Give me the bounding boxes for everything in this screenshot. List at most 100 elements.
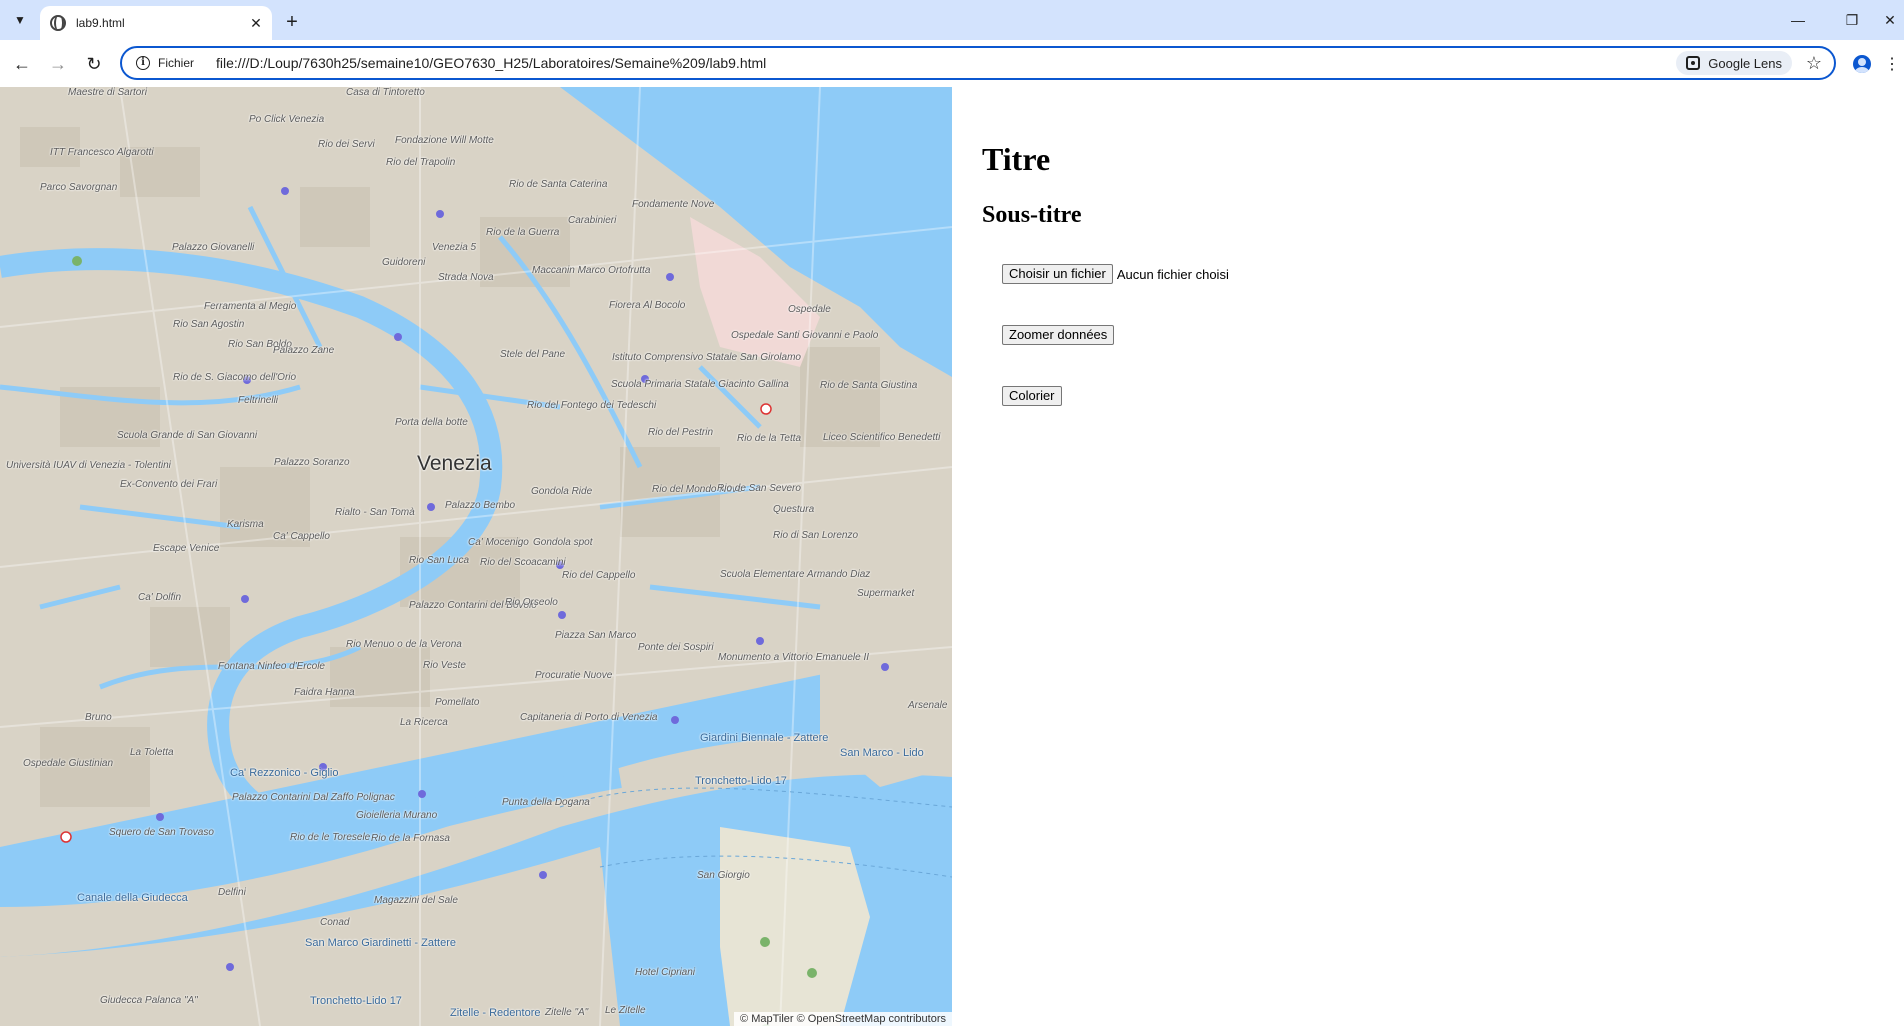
chevron-down-icon: ▼	[14, 13, 26, 27]
map-label: Tronchetto-Lido 17	[310, 995, 402, 1007]
map-label: Parco Savorgnan	[40, 182, 118, 193]
close-tab-button[interactable]: ✕	[246, 13, 266, 33]
map-label: Rio del Trapolin	[386, 157, 456, 168]
forward-button[interactable]: →	[44, 50, 72, 78]
tab-search-button[interactable]: ▼	[6, 8, 34, 32]
map-label: Rio Veste	[423, 660, 466, 671]
map-label: Stele del Pane	[500, 349, 566, 360]
map-label: Ospedale	[788, 304, 831, 315]
minimize-icon: —	[1791, 12, 1805, 28]
address-bar[interactable]: i Fichier file:///D:/Loup/7630h25/semain…	[120, 46, 1836, 80]
map-label: Fiorera Al Bocolo	[609, 300, 686, 311]
map-attribution[interactable]: © MapTiler © OpenStreetMap contributors	[734, 1012, 952, 1026]
tab-title: lab9.html	[76, 16, 125, 30]
map-label: Rio de S. Giacomo dell'Orio	[173, 372, 297, 383]
map-label: Rio de la Tetta	[737, 433, 802, 444]
back-button[interactable]: ←	[8, 50, 36, 78]
map-label: Squero de San Trovaso	[109, 827, 214, 838]
map-label: Supermarket	[857, 588, 915, 599]
map-label: Punta della Dogana	[502, 797, 590, 808]
map-label: Rio Orseolo	[505, 597, 558, 608]
map-label: Giardini Biennale - Zattere	[700, 732, 829, 744]
url-text[interactable]: file:///D:/Loup/7630h25/semaine10/GEO763…	[216, 55, 1676, 71]
page-subtitle: Sous-titre	[982, 202, 1082, 228]
map-label: Rio dei Servi	[318, 139, 375, 150]
browser-chrome: ▼ lab9.html ✕ + — ❐ ✕ ← → ↻ i Fichier fi…	[0, 0, 1904, 87]
colorize-button[interactable]: Colorier	[1002, 386, 1062, 406]
map-label: Rio de San Severo	[717, 483, 801, 494]
site-info-button[interactable]: i Fichier	[130, 50, 200, 76]
reload-button[interactable]: ↻	[80, 50, 108, 78]
map-label: Magazzini del Sale	[374, 895, 458, 906]
map-label: Strada Nova	[438, 272, 494, 283]
lens-icon	[1686, 56, 1701, 70]
map-label: Maestre di Sartori	[68, 87, 147, 98]
globe-icon	[50, 15, 66, 31]
new-tab-button[interactable]: +	[278, 10, 306, 34]
map-label: Ca' Cappello	[273, 531, 330, 542]
map-label: Palazzo Soranzo	[274, 457, 350, 468]
map-label: Maccanin Marco Ortofrutta	[532, 265, 651, 276]
google-lens-button[interactable]: Google Lens	[1676, 51, 1792, 75]
page-viewport: Venezia Maestre di Sartori Casa di Tinto…	[0, 87, 1904, 1026]
choose-file-button[interactable]: Choisir un fichier	[1002, 264, 1113, 284]
map-label: Procuratie Nuove	[535, 670, 613, 681]
bookmark-button[interactable]: ☆	[1800, 49, 1828, 77]
map-label: Ferramenta al Megio	[204, 301, 297, 312]
avatar-icon	[1853, 55, 1871, 73]
map-label: Ca' Rezzonico - Giglio	[230, 767, 339, 779]
map-label: Palazzo Bembo	[445, 500, 516, 511]
map-label: Rio di San Lorenzo	[773, 530, 859, 541]
zoom-data-button[interactable]: Zoomer données	[1002, 325, 1115, 345]
map-label: Palazzo Zane	[273, 345, 335, 356]
close-window-button[interactable]: ✕	[1876, 6, 1904, 34]
tab-lab9[interactable]: lab9.html ✕	[40, 6, 272, 40]
map-label: Rio San Agostin	[173, 319, 245, 330]
map-label: Rialto - San Tomà	[335, 507, 415, 518]
map-label: Scuola Primaria Statale Giacinto Gallina	[611, 379, 789, 390]
arrow-left-icon: ←	[13, 53, 31, 74]
map-label: Hotel Cipriani	[635, 967, 696, 978]
map-label: La Ricerca	[400, 717, 448, 728]
browser-menu-button[interactable]: ⋮	[1882, 50, 1902, 78]
map-label: Gondola spot	[533, 537, 593, 548]
map-label: Fondamente Nove	[632, 199, 715, 210]
color-row: Colorier	[1002, 386, 1904, 406]
arrow-right-icon: →	[49, 53, 67, 74]
file-status: Aucun fichier choisi	[1116, 266, 1229, 282]
file-input: Choisir un fichier Aucun fichier choisi	[1002, 264, 1904, 284]
map-label: Gondola Ride	[531, 486, 593, 497]
map-label: Monumento a Vittorio Emanuele II	[718, 652, 870, 663]
plus-icon: +	[286, 10, 298, 33]
map-label: ITT Francesco Algarotti	[50, 147, 154, 158]
map-label: Bruno	[85, 712, 112, 723]
map-label: Ca' Dolfin	[138, 592, 182, 603]
close-icon: ✕	[250, 14, 262, 31]
map-label: Zitelle "A"	[545, 1007, 589, 1018]
map-label: Istituto Comprensivo Statale San Girolam…	[612, 352, 801, 363]
map-label: Scuola Grande di San Giovanni	[117, 430, 258, 441]
map[interactable]: Venezia Maestre di Sartori Casa di Tinto…	[0, 87, 952, 1026]
restore-button[interactable]: ❐	[1830, 6, 1874, 34]
map-label: La Toletta	[130, 747, 174, 758]
reload-icon: ↻	[86, 53, 102, 74]
map-label: San Giorgio	[697, 870, 750, 881]
profile-button[interactable]	[1848, 50, 1876, 78]
map-label: Rio del Pestrin	[648, 427, 714, 438]
map-city-label: Venezia	[417, 452, 492, 475]
info-icon: i	[136, 56, 150, 70]
more-vertical-icon: ⋮	[1884, 56, 1900, 73]
map-label: Pomellato	[435, 697, 480, 708]
map-label: Delfini	[218, 887, 246, 898]
map-label: Scuola Elementare Armando Diaz	[720, 569, 871, 580]
minimize-button[interactable]: —	[1776, 6, 1820, 34]
map-label: Conad	[320, 917, 350, 928]
map-label: Casa di Tintoretto	[346, 87, 425, 98]
map-label: Ca' Mocenigo	[468, 537, 529, 548]
map-label: Arsenale	[908, 700, 948, 711]
map-label: Guidoreni	[382, 257, 426, 268]
map-label: Rio de la Guerra	[486, 227, 560, 238]
map-label: Capitaneria di Porto di Venezia	[520, 712, 658, 723]
map-label: Ospedale Santi Giovanni e Paolo	[731, 330, 879, 341]
map-label: Le Zitelle	[605, 1005, 646, 1016]
